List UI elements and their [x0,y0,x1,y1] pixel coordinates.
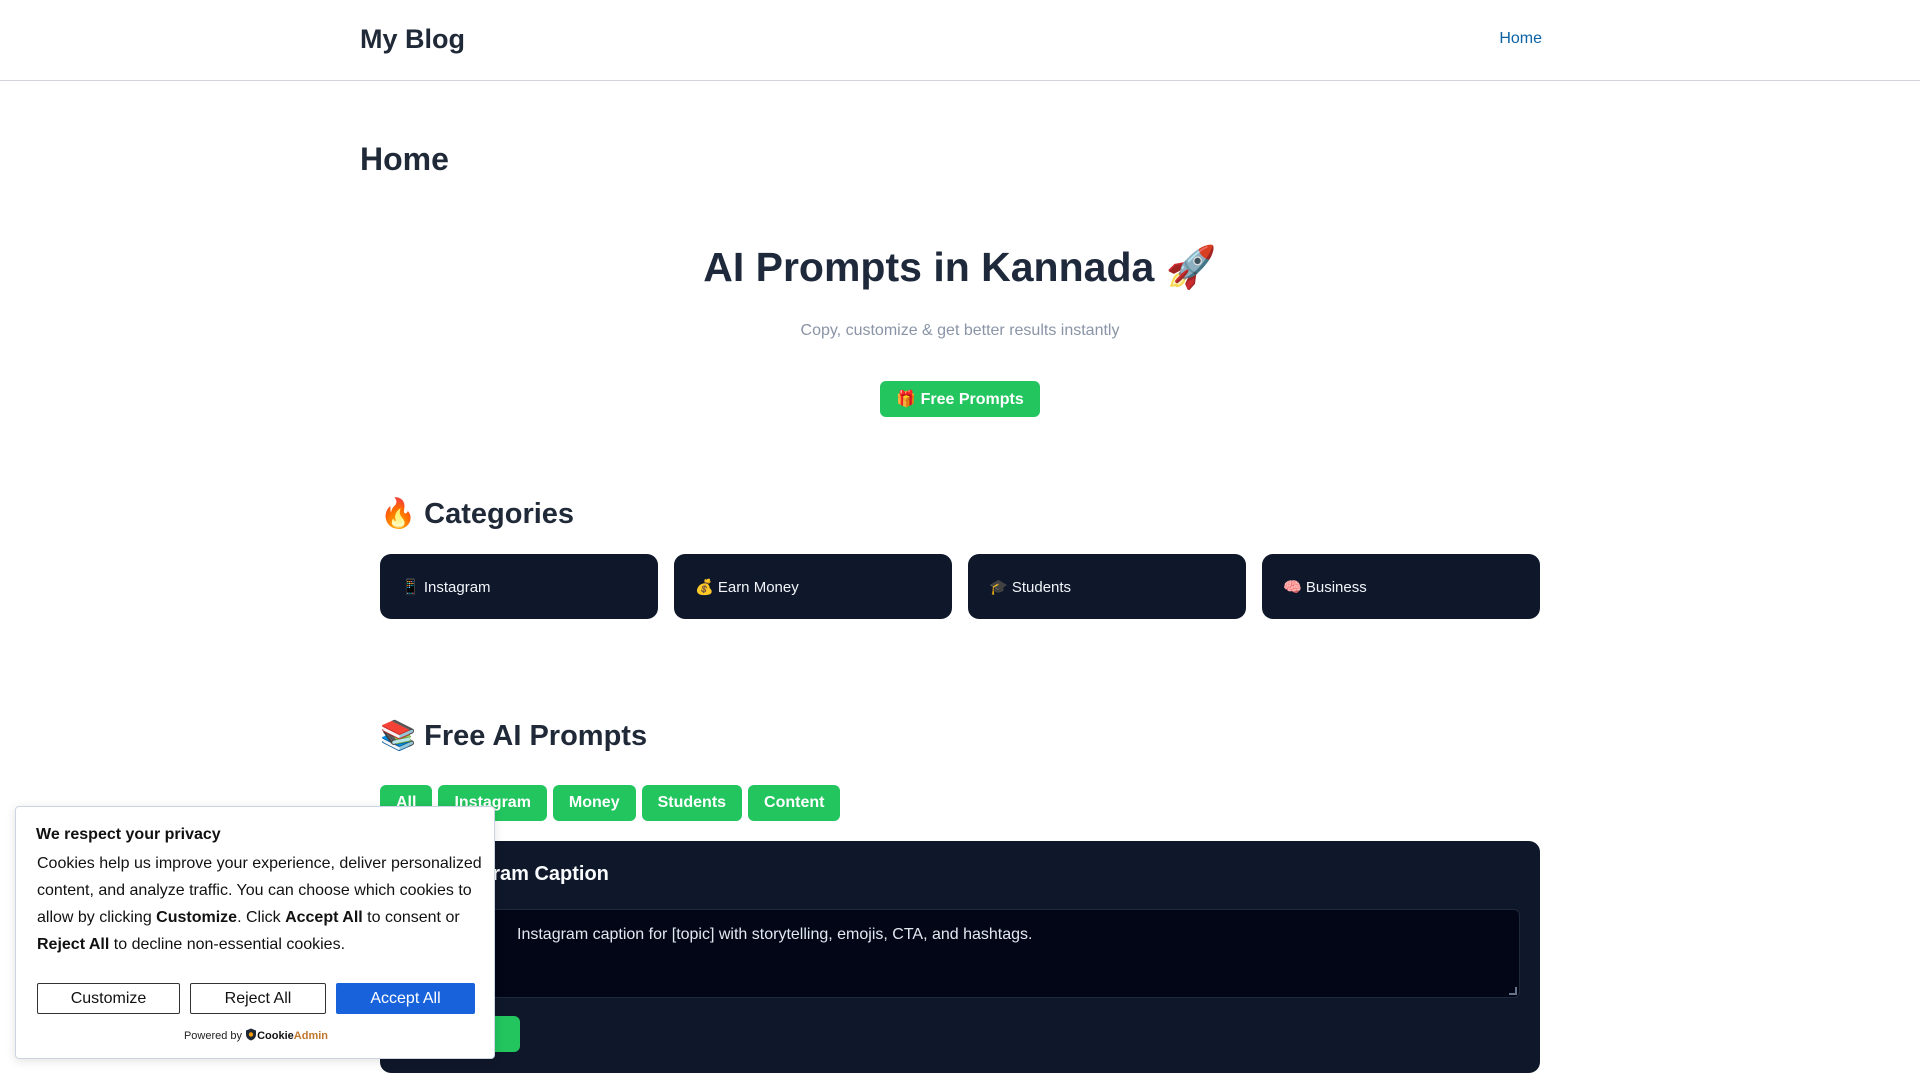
categories-grid: 📱 Instagram 💰 Earn Money 🎓 Students 🧠 Bu… [380,554,1540,619]
cookie-powered-by: Powered by CookieAdmin [183,1028,329,1042]
category-card-students[interactable]: 🎓 Students [968,554,1246,619]
hero-title: AI Prompts in Kannada 🚀 [703,244,1217,290]
category-card-instagram[interactable]: 📱 Instagram [380,554,658,619]
prompt-card: gram Caption Instagram caption for [topi… [380,841,1540,1073]
site-title[interactable]: My Blog [360,24,465,55]
cookieadmin-shield-icon [246,1028,257,1041]
category-card-earn-money[interactable]: 💰 Earn Money [674,554,952,619]
prompt-textarea[interactable]: Instagram caption for [topic] with story… [400,909,1520,998]
cookie-accept-all-button[interactable]: Accept All [336,983,475,1014]
page-title: Home [360,141,449,177]
cookie-banner-title: We respect your privacy [36,826,221,843]
cookie-banner-description: Cookies help us improve your experience,… [37,855,482,953]
cookie-reject-all-button[interactable]: Reject All [190,983,326,1014]
prompt-text-line: Instagram caption for [topic] with story… [517,926,1033,943]
category-card-business[interactable]: 🧠 Business [1262,554,1540,619]
free-prompts-heading: 📚 Free AI Prompts [380,720,648,752]
nav-link-home[interactable]: Home [1499,30,1542,48]
filter-students-button[interactable]: Students [641,785,743,821]
cookie-customize-button[interactable]: Customize [37,983,180,1014]
site-header: My Blog Home [0,0,1920,81]
filter-money-button[interactable]: Money [552,785,636,821]
free-prompts-button[interactable]: 🎁 Free Prompts [880,381,1040,417]
prompt-card-title: gram Caption [480,863,609,885]
hero-subtitle: Copy, customize & get better results ins… [800,322,1120,339]
categories-heading: 🔥 Categories [380,498,575,530]
resize-handle-icon[interactable] [1509,987,1517,995]
cookie-consent-banner: We respect your privacy Cookies help us … [15,806,495,1059]
filter-content-button[interactable]: Content [748,785,841,821]
